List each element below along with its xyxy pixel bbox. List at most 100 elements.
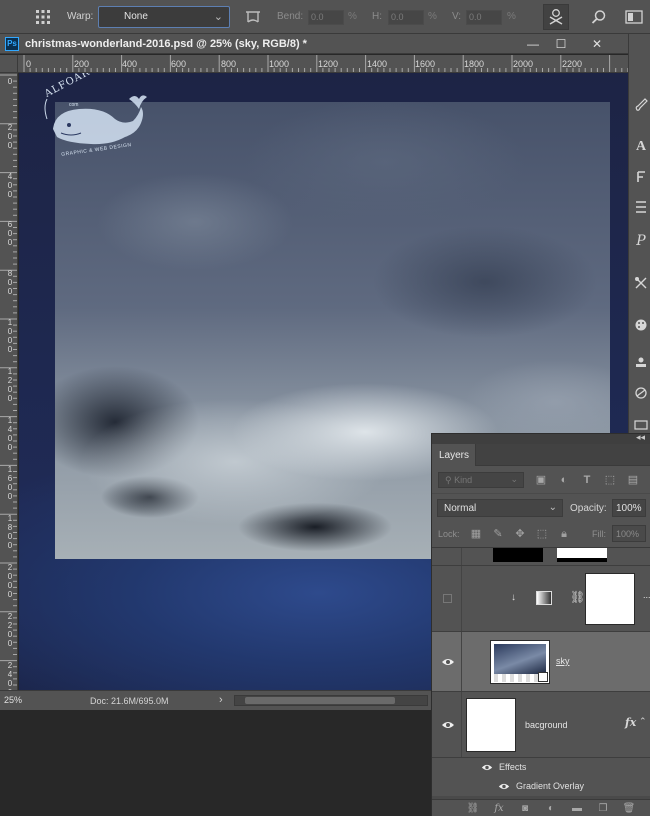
ruler-label: 200 (74, 59, 90, 69)
document-tab[interactable]: Ps christmas-wonderland-2016.psd @ 25% (… (0, 34, 628, 54)
horizontal-ruler[interactable]: 0 200 400 600 800 1000 1200 1400 1600 18… (18, 55, 628, 73)
lock-image-icon[interactable]: ✎ (491, 527, 505, 541)
h-percent: % (428, 11, 437, 22)
lock-artboard-icon[interactable]: ⬚ (535, 527, 549, 541)
gradient-fill-icon (536, 591, 552, 605)
folder-icon[interactable]: ▬ (569, 802, 585, 816)
effects-label: Effects (499, 762, 527, 772)
tab-layers[interactable]: Layers (432, 444, 476, 466)
ruler-label: 2400 (7, 661, 13, 690)
ruler-label: 1200 (318, 59, 339, 69)
glyph-icon[interactable]: P (632, 232, 650, 250)
adjustment-icon[interactable]: ◐ (543, 802, 559, 816)
paths-icon[interactable] (632, 384, 650, 402)
effect-name: Gradient Overlay (516, 781, 585, 791)
new-layer-icon[interactable]: ❐ (595, 802, 611, 816)
fill-input[interactable]: 100% (612, 525, 646, 542)
horizontal-scrollbar[interactable] (234, 695, 428, 706)
layer-row-selected[interactable]: sky (432, 632, 650, 692)
lock-transparent-icon[interactable]: ▦ (469, 527, 483, 541)
panel-header[interactable]: ◂◂ (432, 432, 650, 444)
filter-kind-dropdown[interactable]: ⚲ Kind ⌄ (438, 472, 524, 488)
filter-shape-icon[interactable]: ⬚ (603, 473, 617, 487)
lock-position-icon[interactable]: ✥ (513, 527, 527, 541)
reference-grid-icon[interactable] (33, 7, 53, 27)
effect-row[interactable]: Gradient Overlay (432, 777, 650, 796)
collapse-panel-button[interactable]: ◂◂ (636, 432, 645, 443)
restore-button[interactable]: ☐ (552, 35, 570, 53)
trash-icon[interactable]: 🗑︎ (621, 802, 637, 816)
link-icon[interactable]: ⛓ (465, 802, 481, 816)
minimize-button[interactable]: — (524, 35, 542, 53)
ruler-label: 1200 (7, 367, 13, 403)
ruler-label: 2200 (7, 612, 13, 648)
fill-label: Fill: (592, 529, 606, 539)
ruler-label: 2000 (513, 59, 534, 69)
align-icon[interactable] (632, 198, 650, 216)
tools-icon[interactable] (632, 274, 650, 292)
warp-orientation-icon[interactable] (242, 7, 264, 27)
h-label: H: (372, 11, 382, 22)
ruler-origin[interactable] (0, 55, 18, 73)
mask-icon[interactable]: ◙ (517, 802, 533, 816)
warp-value: None (124, 11, 148, 22)
vertical-ruler[interactable]: 0 200 400 600 800 1000 1200 1400 1600 18… (0, 73, 18, 690)
visibility-toggle[interactable] (432, 692, 462, 757)
search-icon[interactable] (589, 7, 609, 27)
filter-smart-object-icon[interactable]: ▤ (626, 473, 640, 487)
visibility-toggle[interactable] (432, 566, 462, 631)
effects-row[interactable]: Effects (432, 758, 650, 777)
close-button[interactable]: ✕ (588, 35, 606, 53)
type-icon[interactable]: A (632, 138, 650, 156)
bend-input[interactable]: 0.0 (308, 10, 344, 25)
status-menu-arrow[interactable]: › (219, 694, 223, 706)
palette-icon[interactable] (632, 316, 650, 334)
chevron-down-icon: ⌄ (548, 502, 557, 513)
scrollbar-thumb[interactable] (245, 697, 395, 704)
stamp-icon[interactable] (632, 354, 650, 372)
ruler-label: 1600 (7, 465, 13, 501)
ruler-label: 0 (26, 59, 32, 69)
filter-type-icon[interactable]: T (580, 473, 594, 487)
h-distortion-input[interactable]: 0.0 (388, 10, 424, 25)
ruler-label: 600 (171, 59, 187, 69)
eye-icon[interactable] (481, 763, 493, 772)
filter-pixel-icon[interactable]: ▣ (534, 473, 548, 487)
cancel-transform-icon[interactable] (543, 4, 569, 30)
ruler-label: 400 (7, 172, 13, 199)
blend-mode-dropdown[interactable]: Normal ⌄ (437, 499, 563, 517)
ruler-label: 200 (7, 123, 13, 150)
fx-badge[interactable]: fx (625, 716, 636, 729)
layer-row[interactable]: bacground fx ⌃ (432, 692, 650, 758)
alfoart-logo: ALFOART com GRAPHIC & WEB DESIGN (41, 73, 157, 159)
layer-row[interactable]: ↓ ⛓ ... (432, 566, 650, 632)
chevron-down-icon: ⌄ (213, 11, 223, 23)
v-percent: % (507, 11, 516, 22)
visibility-toggle[interactable] (432, 548, 462, 565)
logo-sub: com (69, 102, 79, 108)
brush-icon[interactable] (632, 96, 650, 114)
eye-icon[interactable] (498, 782, 510, 791)
layer-name: sky (556, 656, 570, 666)
layer-mask-thumbnail (557, 548, 607, 562)
opacity-label: Opacity: (570, 503, 607, 514)
layers-list[interactable]: ↓ ⛓ ... sky bacground fx ⌃ Effects Gradi… (432, 547, 650, 799)
layer-row[interactable] (432, 548, 650, 566)
ruler-label: 800 (221, 59, 237, 69)
ruler-label: 1000 (7, 318, 13, 354)
warp-dropdown[interactable]: None ⌄ (98, 6, 230, 28)
ruler-label: 600 (7, 220, 13, 247)
zoom-level[interactable]: 25% (4, 695, 48, 708)
lock-all-icon[interactable]: 🔒︎ (557, 527, 571, 541)
chain-link-icon[interactable]: ⛓ (570, 590, 585, 604)
fx-icon[interactable]: fx (491, 802, 507, 816)
ruler-label: 800 (7, 269, 13, 296)
expand-effects-icon[interactable]: ⌃ (639, 716, 647, 727)
visibility-toggle[interactable] (432, 632, 462, 691)
paragraph-icon[interactable] (632, 168, 650, 186)
ruler-label: 0 (7, 77, 13, 86)
workspace-icon[interactable] (623, 7, 645, 27)
v-distortion-input[interactable]: 0.0 (466, 10, 502, 25)
filter-adjustment-icon[interactable]: ◐ (557, 473, 571, 487)
opacity-input[interactable]: 100% (612, 499, 646, 517)
